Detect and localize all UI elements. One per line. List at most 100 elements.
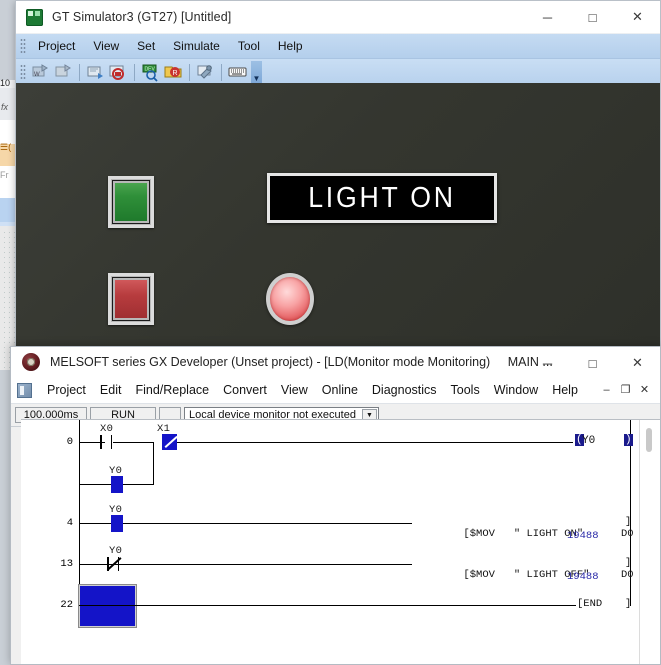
instruction-end[interactable]: [END <box>577 598 602 610</box>
instr-arg2: D0 <box>620 528 634 540</box>
property-icon[interactable] <box>195 62 216 82</box>
gx-developer-titlebar[interactable]: MELSOFT series GX Developer (Unset proje… <box>11 347 660 377</box>
device-label-x0: X0 <box>100 423 114 435</box>
gt-maximize-button[interactable]: □ <box>570 1 615 33</box>
gt-simulator-toolbar: W DEV R ▼ <box>16 59 660 86</box>
gx-maximize-button[interactable]: □ <box>570 347 615 379</box>
gt-simulator-screen[interactable]: LIGHT ON <box>16 83 660 347</box>
toolbar-separator <box>189 63 190 81</box>
melsoft-icon <box>22 353 40 371</box>
toolbar-separator <box>79 63 80 81</box>
scrollbar-thumb[interactable] <box>646 428 652 452</box>
menu-item-diagnostics[interactable]: Diagnostics <box>365 380 444 400</box>
menu-item-simulate[interactable]: Simulate <box>164 36 229 56</box>
step-number-0: 0 <box>66 436 73 448</box>
gx-minimize-button[interactable]: ─ <box>525 347 570 379</box>
device-label-y0-rung13: Y0 <box>109 545 123 557</box>
mdi-window-controls: – ❐ ✕ <box>597 381 654 398</box>
ladder-editor-area[interactable]: 0 X0 X1 Y0 ( Y0 ) 4 Y0 [$MOV " LIGHT ON"… <box>21 419 660 664</box>
menu-item-view[interactable]: View <box>274 380 315 400</box>
start-simulation-icon[interactable] <box>85 62 106 82</box>
mdi-document-icon[interactable] <box>17 382 32 398</box>
svg-text:R: R <box>173 70 178 77</box>
green-button-face <box>115 183 147 221</box>
gx-developer-title: MELSOFT series GX Developer (Unset proje… <box>50 355 553 369</box>
indicator-lamp-red[interactable] <box>266 273 314 325</box>
mdi-minimize-button[interactable]: – <box>597 381 616 398</box>
menu-item-edit[interactable]: Edit <box>93 380 129 400</box>
menu-item-window[interactable]: Window <box>487 380 545 400</box>
menu-item-view[interactable]: View <box>84 36 128 56</box>
lamp-glow <box>270 277 310 321</box>
text-display-panel[interactable]: LIGHT ON <box>267 173 497 223</box>
stop-simulation-icon[interactable] <box>108 62 129 82</box>
step-number-22: 22 <box>60 599 73 611</box>
monitor-value-d0-off: 19488 <box>567 571 599 583</box>
gx-window-controls: ─ □ ✕ <box>525 347 660 379</box>
bg-fragment-2: fx <box>1 102 9 112</box>
gt-simulator-title: GT Simulator3 (GT27) [Untitled] <box>52 10 232 24</box>
coil-y0-close-paren: ) <box>624 434 633 446</box>
menu-item-project[interactable]: Project <box>29 36 84 56</box>
ladder-vertical-scrollbar[interactable] <box>639 420 660 664</box>
left-power-rail <box>79 420 80 606</box>
red-button-face <box>115 280 147 318</box>
svg-text:W: W <box>34 72 40 78</box>
lamp-button-red[interactable] <box>108 273 154 325</box>
device-monitor-icon[interactable]: DEV <box>140 62 161 82</box>
instruction-mov-off[interactable]: [$MOV " LIGHT OFF" D0 <box>413 557 634 593</box>
gx-close-button[interactable]: ✕ <box>615 347 660 379</box>
toolbar-separator <box>221 63 222 81</box>
contact-x1[interactable] <box>162 434 178 450</box>
menu-item-project[interactable]: Project <box>40 380 93 400</box>
bg-fragment-3: ☰( <box>0 142 12 152</box>
menu-item-online[interactable]: Online <box>315 380 365 400</box>
toolbar-separator <box>134 63 135 81</box>
menu-item-set[interactable]: Set <box>128 36 164 56</box>
save-project-icon[interactable] <box>53 62 74 82</box>
contact-y0-nc[interactable] <box>106 557 122 571</box>
gt-simulator-titlebar[interactable]: GT Simulator3 (GT27) [Untitled] ─ □ ✕ <box>16 1 660 34</box>
contact-y0-branch[interactable] <box>111 476 123 493</box>
coil-y0-label: Y0 <box>582 435 596 447</box>
contact-x0[interactable] <box>99 435 113 449</box>
lamp-button-green[interactable] <box>108 176 154 228</box>
open-project-icon[interactable]: W <box>30 62 51 82</box>
gt-close-button[interactable]: ✕ <box>615 1 660 33</box>
bg-fragment-1: 10 <box>0 78 11 88</box>
toolbar-overflow-button[interactable]: ▼ <box>251 61 262 83</box>
instruction-mov-off-close: ] <box>625 557 632 569</box>
contact-y0-rung4[interactable] <box>111 515 123 532</box>
branch-vertical <box>153 442 154 484</box>
edit-cursor-block[interactable] <box>79 585 136 627</box>
display-text: LIGHT ON <box>308 181 456 214</box>
monitor-value-d0-on: 19488 <box>567 530 599 542</box>
step-number-13: 13 <box>60 558 73 570</box>
menu-item-tools[interactable]: Tools <box>444 380 487 400</box>
step-number-4: 4 <box>66 517 73 529</box>
menu-item-tool[interactable]: Tool <box>229 36 269 56</box>
gx-developer-window[interactable]: MELSOFT series GX Developer (Unset proje… <box>10 346 661 665</box>
menu-item-help[interactable]: Help <box>545 380 585 400</box>
menu-item-convert[interactable]: Convert <box>216 380 274 400</box>
resume-icon[interactable]: R <box>163 62 184 82</box>
instruction-mov-on[interactable]: [$MOV " LIGHT ON" D0 <box>413 516 634 552</box>
instr-arg2: D0 <box>620 569 634 581</box>
toolbar-grip-handle[interactable] <box>20 64 26 80</box>
bg-fragment-4: Fr <box>0 170 9 180</box>
menubar-grip-handle[interactable] <box>20 38 26 54</box>
instr-op: [$MOV <box>463 569 495 581</box>
gt-window-controls: ─ □ ✕ <box>525 1 660 33</box>
menu-item-find-replace[interactable]: Find/Replace <box>128 380 216 400</box>
instruction-end-close: ] <box>625 598 632 610</box>
gt-minimize-button[interactable]: ─ <box>525 1 570 33</box>
gt-simulator-window[interactable]: GT Simulator3 (GT27) [Untitled] ─ □ ✕ Pr… <box>15 0 661 348</box>
menu-item-help[interactable]: Help <box>269 36 312 56</box>
keyboard-icon[interactable] <box>227 62 248 82</box>
mdi-close-button[interactable]: ✕ <box>635 381 654 398</box>
mdi-restore-button[interactable]: ❐ <box>616 381 635 398</box>
ladder-diagram[interactable]: 0 X0 X1 Y0 ( Y0 ) 4 Y0 [$MOV " LIGHT ON"… <box>21 420 640 664</box>
instruction-mov-on-close: ] <box>625 516 632 528</box>
instr-op: [$MOV <box>463 528 495 540</box>
gt-simulator-icon <box>26 8 43 26</box>
